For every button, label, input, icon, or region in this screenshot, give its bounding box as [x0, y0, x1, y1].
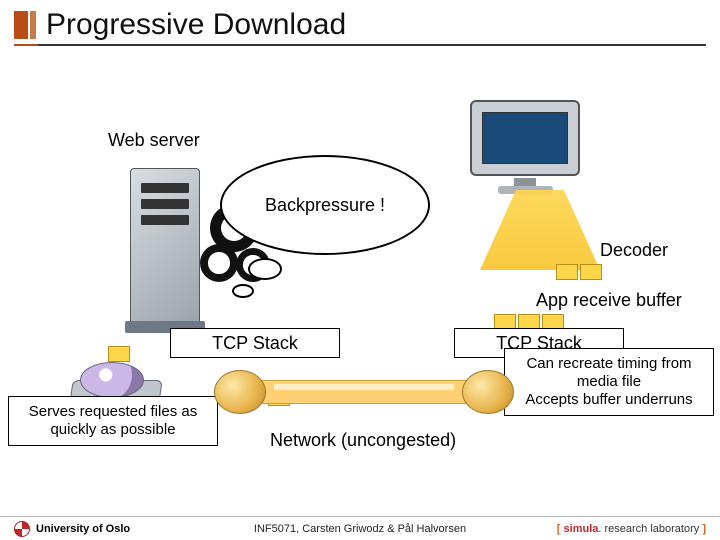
title-accent [30, 11, 36, 39]
monitor-icon [470, 100, 580, 190]
server-callout-text: Serves requested files as quickly as pos… [29, 403, 197, 438]
network-pipe-icon [214, 370, 514, 414]
network-label: Network (uncongested) [270, 430, 456, 451]
slide-title-bar: Progressive Download [14, 8, 346, 42]
footer-left: University of Oslo [14, 521, 130, 537]
decoder-buffer-icon [556, 264, 604, 280]
university-crest-icon [14, 521, 30, 537]
client-callout: Can recreate timing from media file Acce… [504, 348, 714, 416]
slide-body: Web server Backpressure ! Decoder App re… [0, 60, 720, 514]
footer-center-text: INF5071, Carsten Griwodz & Pål Halvorsen [254, 523, 466, 535]
client-callout-text: Can recreate timing from media file Acce… [525, 355, 692, 408]
server-icon [130, 168, 200, 328]
footer-left-text: University of Oslo [36, 523, 130, 535]
footer-brand: simula [564, 523, 599, 535]
decoder-label: Decoder [600, 240, 668, 261]
footer-bracket: ] [699, 523, 706, 535]
slide-footer: University of Oslo INF5071, Carsten Griw… [0, 516, 720, 540]
footer-right: [ simula. research laboratory ] [557, 523, 706, 535]
backpressure-bubble: Backpressure ! [220, 155, 430, 255]
slide-title: Progressive Download [46, 8, 346, 42]
tcp-stack-left: TCP Stack [170, 328, 340, 358]
footer-bracket: [ [557, 523, 564, 535]
bubble-tail [248, 258, 282, 280]
server-callout: Serves requested files as quickly as pos… [8, 396, 218, 446]
app-receive-buffer-label: App receive buffer [536, 290, 682, 311]
web-server-label: Web server [108, 130, 200, 151]
title-accent [14, 11, 28, 39]
title-underline [14, 44, 706, 46]
tcp-stack-left-label: TCP Stack [212, 333, 298, 354]
backpressure-text: Backpressure ! [265, 195, 385, 216]
beam-icon [480, 190, 600, 270]
packet-chip-icon [108, 346, 130, 362]
footer-rest: . research laboratory [598, 523, 699, 535]
bubble-tail [232, 284, 254, 298]
